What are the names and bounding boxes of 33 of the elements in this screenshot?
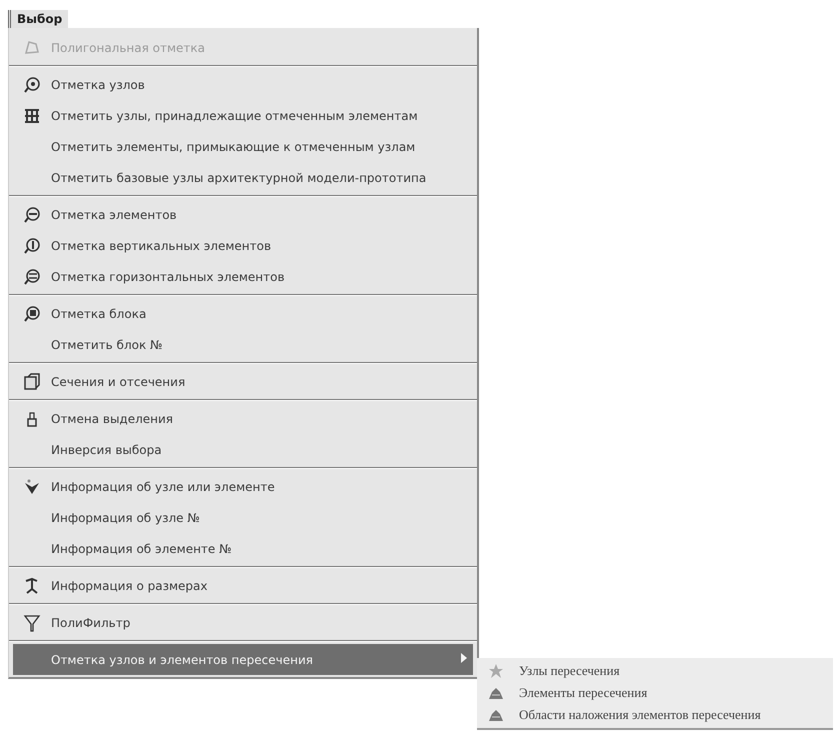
menu-item[interactable]: Информация о размерах [13, 570, 473, 601]
submenu-item[interactable]: Узлы пересечения [477, 660, 833, 682]
menu-item[interactable]: Отметить базовые узлы архитектурной модели-прототипа [13, 162, 473, 193]
element-icon [23, 206, 41, 224]
block-icon [23, 304, 41, 322]
filter-icon [23, 614, 41, 632]
menu-item[interactable]: Отметка узлов [13, 69, 473, 100]
menu-title[interactable]: Выбор [8, 10, 68, 28]
menu-item[interactable]: Отметить узлы, принадлежащие отмеченным элементам [13, 100, 473, 131]
menu-item[interactable]: Отметка элементов [13, 199, 473, 230]
submenu-arrow-icon [461, 653, 467, 666]
menu-item[interactable]: Информация об узле или элементе [13, 471, 473, 502]
menu-item[interactable]: Отмена выделения [13, 403, 473, 434]
menu-item[interactable]: Отметка вертикальных элементов [13, 230, 473, 261]
horizontal-element-icon [23, 268, 41, 286]
section-icon [23, 372, 41, 390]
menu-item[interactable]: ПолиФильтр [13, 607, 473, 638]
menu-item[interactable]: Отметить элементы, примыкающие к отмеченным узлам [13, 131, 473, 162]
menu-item[interactable]: Отметить блок № [13, 329, 473, 360]
menu-item[interactable]: Отметка блока [13, 298, 473, 329]
menu-item[interactable]: Отметка горизонтальных элементов [13, 261, 473, 292]
submenu-item[interactable]: Области наложения элементов пересечения [477, 704, 833, 726]
node-icon [23, 76, 41, 94]
menu-item[interactable]: Информация об элементе № [13, 533, 473, 564]
menu-item[interactable]: Инверсия выбора [13, 434, 473, 465]
grid-icon [23, 106, 41, 124]
star-icon [487, 662, 505, 680]
info-icon [23, 478, 41, 496]
submenu-item[interactable]: Элементы пересечения [477, 682, 833, 704]
polygon-icon [23, 38, 41, 56]
menu-item[interactable]: Информация об узле № [13, 502, 473, 533]
menu-item[interactable]: Сечения и отсечения [13, 366, 473, 397]
vertical-element-icon [23, 236, 41, 254]
